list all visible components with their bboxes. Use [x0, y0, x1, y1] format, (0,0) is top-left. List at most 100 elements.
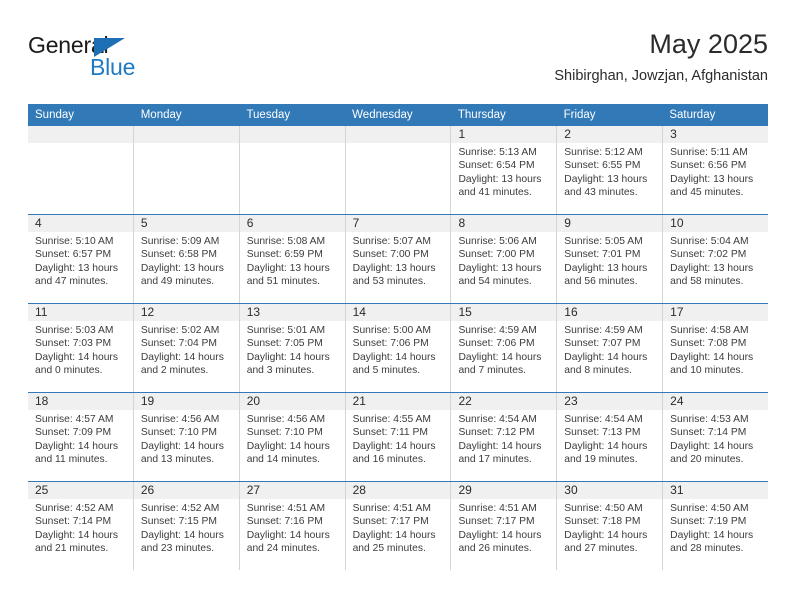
sunset-text: Sunset: 6:57 PM: [35, 249, 112, 261]
daylight-text-line2: and 51 minutes.: [246, 276, 320, 288]
day-number: 31: [670, 483, 684, 497]
calendar-day-cell[interactable]: 31 Sunrise: 4:50 AM Sunset: 7:19 PM Dayligh…: [662, 482, 769, 570]
calendar-day-cell[interactable]: 10 Sunrise: 5:04 AM Sunset: 7:02 PM Dayligh…: [662, 215, 769, 303]
calendar-day-cell[interactable]: 27 Sunrise: 4:51 AM Sunset: 7:16 PM Dayligh…: [238, 482, 345, 570]
calendar-day-cell[interactable]: 22 Sunrise: 4:54 AM Sunset: 7:12 PM Dayligh…: [450, 393, 557, 481]
sunset-text: Sunset: 7:14 PM: [670, 427, 747, 439]
calendar-day-cell[interactable]: 26 Sunrise: 4:52 AM Sunset: 7:15 PM Dayligh…: [132, 482, 239, 570]
sunrise-text: Sunrise: 4:51 AM: [246, 503, 326, 514]
calendar-day-cell[interactable]: 11 Sunrise: 5:03 AM Sunset: 7:03 PM Dayligh…: [28, 304, 133, 392]
day-number: 3: [670, 127, 677, 141]
calendar-day-cell[interactable]: 1 Sunrise: 5:13 AM Sunset: 6:54 PM Daylight…: [450, 126, 557, 214]
calendar-day-cell[interactable]: 24 Sunrise: 4:53 AM Sunset: 7:14 PM Dayligh…: [662, 393, 769, 481]
daylight-text-line1: Daylight: 14 hours: [140, 440, 224, 452]
sunset-text: Sunset: 7:00 PM: [458, 249, 535, 261]
weeks-container: 1 Sunrise: 5:13 AM Sunset: 6:54 PM Daylight…: [28, 126, 769, 570]
daylight-text-line1: Daylight: 14 hours: [35, 351, 118, 363]
day-number-bar: 14: [345, 304, 451, 321]
day-sun-info: Sunrise: 5:06 AM Sunset: 7:00 PM Daylight:…: [451, 232, 556, 289]
daylight-text-line1: Daylight: 14 hours: [246, 440, 330, 452]
calendar-day-cell[interactable]: 13 Sunrise: 5:01 AM Sunset: 7:05 PM Dayligh…: [238, 304, 345, 392]
daylight-text-line2: and 41 minutes.: [458, 187, 532, 199]
day-sun-info: Sunrise: 4:56 AM Sunset: 7:10 PM Daylight:…: [240, 410, 345, 467]
sunrise-text: Sunrise: 4:50 AM: [670, 503, 749, 514]
calendar-day-cell[interactable]: 3 Sunrise: 5:11 AM Sunset: 6:56 PM Daylight…: [662, 126, 769, 214]
sunrise-text: Sunrise: 4:51 AM: [352, 503, 431, 514]
calendar-day-cell-empty: [28, 126, 133, 214]
sunrise-text: Sunrise: 5:10 AM: [35, 236, 114, 247]
daylight-text-line2: and 8 minutes.: [564, 365, 632, 377]
general-blue-logo[interactable]: General Blue: [28, 32, 208, 84]
day-number-bar: 5: [133, 215, 239, 232]
calendar-week-row: 4 Sunrise: 5:10 AM Sunset: 6:57 PM Daylight…: [28, 214, 769, 303]
sunset-text: Sunset: 7:10 PM: [246, 427, 323, 439]
calendar-day-cell[interactable]: 20 Sunrise: 4:56 AM Sunset: 7:10 PM Dayligh…: [238, 393, 345, 481]
calendar-day-cell[interactable]: 19 Sunrise: 4:56 AM Sunset: 7:10 PM Dayligh…: [132, 393, 239, 481]
daylight-text-line2: and 23 minutes.: [140, 543, 215, 555]
day-number-bar: [28, 126, 133, 143]
calendar-day-cell[interactable]: 25 Sunrise: 4:52 AM Sunset: 7:14 PM Dayligh…: [28, 482, 133, 570]
sunset-text: Sunset: 7:07 PM: [564, 338, 641, 350]
calendar-day-cell[interactable]: 29 Sunrise: 4:51 AM Sunset: 7:17 PM Dayligh…: [450, 482, 557, 570]
daylight-text-line1: Daylight: 14 hours: [564, 529, 648, 541]
daylight-text-line1: Daylight: 13 hours: [458, 173, 542, 185]
sunrise-text: Sunrise: 4:57 AM: [35, 414, 114, 425]
calendar-day-cell[interactable]: 14 Sunrise: 5:00 AM Sunset: 7:06 PM Dayligh…: [344, 304, 451, 392]
calendar-day-cell[interactable]: 8 Sunrise: 5:06 AM Sunset: 7:00 PM Daylight…: [450, 215, 557, 303]
daylight-text-line2: and 47 minutes.: [35, 276, 109, 288]
day-number-bar: 3: [663, 126, 769, 143]
sunrise-text: Sunrise: 4:54 AM: [564, 414, 643, 425]
calendar-day-cell[interactable]: 23 Sunrise: 4:54 AM Sunset: 7:13 PM Dayligh…: [556, 393, 663, 481]
daylight-text-line2: and 26 minutes.: [458, 543, 532, 555]
daylight-text-line1: Daylight: 13 hours: [352, 262, 436, 274]
calendar-day-cell[interactable]: 28 Sunrise: 4:51 AM Sunset: 7:17 PM Dayligh…: [344, 482, 451, 570]
day-number: 1: [458, 127, 466, 141]
calendar-day-cell[interactable]: 15 Sunrise: 4:59 AM Sunset: 7:06 PM Dayligh…: [450, 304, 557, 392]
day-number: 15: [458, 305, 472, 319]
daylight-text-line1: Daylight: 13 hours: [564, 173, 648, 185]
calendar-day-cell[interactable]: 5 Sunrise: 5:09 AM Sunset: 6:58 PM Daylight…: [132, 215, 239, 303]
sunrise-text: Sunrise: 4:53 AM: [670, 414, 749, 425]
day-sun-info: Sunrise: 4:56 AM Sunset: 7:10 PM Daylight:…: [134, 410, 239, 467]
sunrise-text: Sunrise: 4:55 AM: [352, 414, 431, 425]
day-number: 13: [246, 305, 261, 319]
daylight-text-line2: and 2 minutes.: [140, 365, 209, 377]
calendar-day-cell[interactable]: 9 Sunrise: 5:05 AM Sunset: 7:01 PM Daylight…: [556, 215, 663, 303]
day-number-bar: 6: [239, 215, 345, 232]
calendar-day-cell[interactable]: 16 Sunrise: 4:59 AM Sunset: 7:07 PM Dayligh…: [556, 304, 663, 392]
daylight-text-line2: and 0 minutes.: [35, 365, 103, 377]
daylight-text-line2: and 28 minutes.: [670, 543, 744, 555]
sunset-text: Sunset: 7:16 PM: [246, 516, 323, 528]
calendar-day-cell[interactable]: 6 Sunrise: 5:08 AM Sunset: 6:59 PM Daylight…: [238, 215, 345, 303]
calendar-day-cell[interactable]: 17 Sunrise: 4:58 AM Sunset: 7:08 PM Dayligh…: [662, 304, 769, 392]
calendar-day-cell[interactable]: 7 Sunrise: 5:07 AM Sunset: 7:00 PM Daylight…: [344, 215, 451, 303]
calendar-week-row: 1 Sunrise: 5:13 AM Sunset: 6:54 PM Daylight…: [28, 126, 769, 214]
sunrise-text: Sunrise: 5:01 AM: [246, 325, 326, 336]
weekday-header-wednesday: Wednesday: [352, 109, 413, 121]
day-number: 7: [352, 216, 360, 230]
day-sun-info: Sunrise: 5:00 AM Sunset: 7:06 PM Daylight:…: [346, 321, 451, 378]
day-number-bar: 24: [663, 393, 769, 410]
sunrise-text: Sunrise: 5:00 AM: [352, 325, 431, 336]
day-number: 4: [35, 216, 42, 230]
daylight-text-line1: Daylight: 13 hours: [140, 262, 224, 274]
day-number: 18: [35, 394, 49, 408]
daylight-text-line1: Daylight: 14 hours: [670, 351, 754, 363]
sunset-text: Sunset: 7:10 PM: [140, 427, 217, 439]
calendar-day-cell[interactable]: 21 Sunrise: 4:55 AM Sunset: 7:11 PM Dayligh…: [344, 393, 451, 481]
calendar-day-cell[interactable]: 4 Sunrise: 5:10 AM Sunset: 6:57 PM Daylight…: [28, 215, 133, 303]
weekday-header-saturday: Saturday: [669, 109, 716, 121]
daylight-text-line1: Daylight: 14 hours: [352, 440, 436, 452]
calendar-day-cell[interactable]: 18 Sunrise: 4:57 AM Sunset: 7:09 PM Dayligh…: [28, 393, 133, 481]
calendar-day-cell[interactable]: 2 Sunrise: 5:12 AM Sunset: 6:55 PM Daylight…: [556, 126, 663, 214]
day-sun-info: Sunrise: 5:01 AM Sunset: 7:05 PM Daylight:…: [240, 321, 345, 378]
calendar-week-inner: 1 Sunrise: 5:13 AM Sunset: 6:54 PM Daylight…: [28, 126, 769, 214]
daylight-text-line1: Daylight: 14 hours: [352, 351, 436, 363]
calendar-day-cell[interactable]: 30 Sunrise: 4:50 AM Sunset: 7:18 PM Dayligh…: [556, 482, 663, 570]
day-sun-info: Sunrise: 5:02 AM Sunset: 7:04 PM Daylight:…: [134, 321, 239, 378]
calendar-day-cell[interactable]: 12 Sunrise: 5:02 AM Sunset: 7:04 PM Dayligh…: [132, 304, 239, 392]
day-number-bar: 19: [133, 393, 239, 410]
day-number-bar: 21: [345, 393, 451, 410]
daylight-text-line2: and 53 minutes.: [352, 276, 426, 288]
daylight-text-line1: Daylight: 14 hours: [140, 351, 224, 363]
